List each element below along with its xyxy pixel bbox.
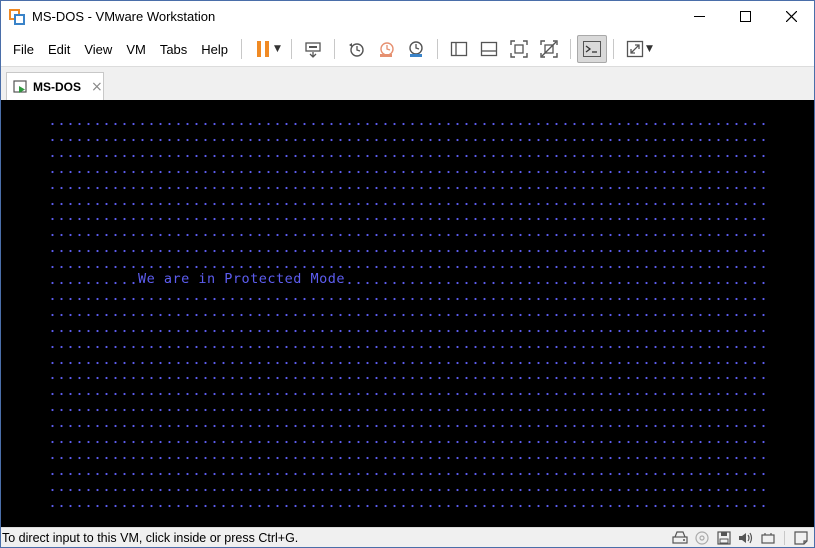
close-icon [785,11,797,22]
dot-row [48,497,768,514]
menu-edit[interactable]: Edit [41,42,77,57]
dot-row [48,370,768,387]
menu-toolbar: File Edit View VM Tabs Help ▼ ▼ [1,32,814,66]
toolbar-separator [290,39,292,59]
vmware-logo-icon [9,8,25,25]
send-ctrl-alt-del-button[interactable] [298,35,328,63]
dot-row [48,116,768,132]
revert-snapshot-icon [379,42,394,57]
minimize-button[interactable] [676,1,722,32]
dot-row [48,386,768,403]
dot-row [48,481,768,498]
dot-row [48,449,768,466]
window-controls [676,1,814,32]
dot-row [48,147,768,164]
unity-button[interactable] [534,35,564,63]
tab-ms-dos[interactable]: MS-DOS × [6,72,104,101]
full-screen-icon [510,40,528,58]
dot-row [48,322,768,339]
floppy-icon[interactable] [715,529,733,547]
title-bar[interactable]: MS-DOS - VMware Workstation [1,1,814,32]
menu-tabs[interactable]: Tabs [153,42,194,57]
toolbar-separator [333,39,335,59]
minimize-icon [693,16,705,17]
toolbar-separator [612,39,614,59]
dot-row [48,418,768,435]
dot-row [48,243,768,260]
status-bar: To direct input to this VM, click inside… [1,527,814,547]
dot-row [48,434,768,450]
revert-snapshot-button[interactable] [371,35,401,63]
close-tab-icon[interactable]: × [91,79,103,95]
thumbnail-bar-icon [480,41,498,57]
message-log-icon[interactable] [792,529,810,547]
unity-icon [540,40,558,58]
dot-row [48,179,768,196]
chevron-down-icon[interactable]: ▼ [274,44,281,54]
dot-row [48,211,768,228]
status-separator [784,531,785,545]
device-icons [671,529,810,547]
cd-dvd-icon[interactable] [693,529,711,547]
vmware-window: MS-DOS - VMware Workstation File Edit Vi… [0,0,815,548]
snapshot-manager-icon [409,41,423,57]
dot-row [48,338,768,355]
dot-row [48,306,768,323]
dot-row [48,227,768,244]
toolbar-separator [241,39,243,59]
keyboard-send-icon [305,42,321,58]
dos-screen: We are in Protected Mode [48,116,768,516]
network-icon[interactable] [759,529,777,547]
toolbar-separator [436,39,438,59]
toolbar-separator [569,39,571,59]
chevron-down-icon[interactable]: ▼ [646,44,653,54]
dot-row [48,465,768,482]
window-title: MS-DOS - VMware Workstation [32,9,216,24]
menu-vm[interactable]: VM [119,42,153,57]
sound-icon[interactable] [737,529,755,547]
dot-row [48,290,768,307]
status-message: To direct input to this VM, click inside… [2,530,299,545]
dot-row [48,195,768,212]
dot-row [48,131,768,148]
maximize-icon [739,11,751,22]
pause-icon [257,41,270,57]
console-view-button[interactable] [576,35,607,63]
vm-running-icon [13,80,27,93]
dot-row [48,402,768,419]
menu-view[interactable]: View [77,42,119,57]
protected-mode-message: We are in Protected Mode [136,271,348,287]
console-icon [582,41,601,57]
maximize-button[interactable] [722,1,768,32]
menu-help[interactable]: Help [194,42,235,57]
take-snapshot-button[interactable] [341,35,371,63]
snapshot-manager-button[interactable] [401,35,431,63]
show-thumbnail-bar-button[interactable] [474,35,504,63]
tab-bar: MS-DOS × [1,66,814,101]
show-library-button[interactable] [444,35,474,63]
close-window-button[interactable] [768,1,814,32]
library-panel-icon [450,41,468,57]
stretch-icon [626,40,644,58]
dot-row [48,163,768,180]
vm-console[interactable]: We are in Protected Mode [1,100,814,527]
dot-row [48,354,768,371]
snapshot-icon [348,43,364,57]
tab-label: MS-DOS [33,80,81,94]
menu-file[interactable]: File [6,42,41,57]
full-screen-button[interactable] [504,35,534,63]
hard-disk-icon[interactable] [671,529,689,547]
